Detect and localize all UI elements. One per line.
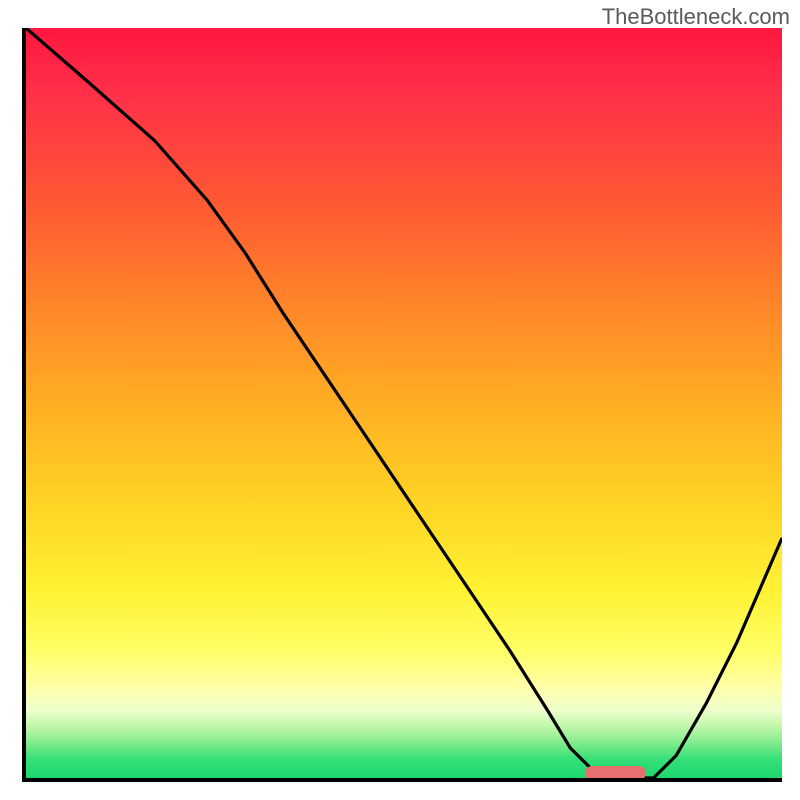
plot-area: [22, 28, 782, 782]
curve-svg: [26, 28, 782, 778]
bottleneck-curve: [26, 28, 782, 778]
bottleneck-chart: TheBottleneck.com: [0, 0, 800, 800]
watermark-text: TheBottleneck.com: [602, 4, 790, 30]
optimal-range-marker: [585, 766, 645, 780]
